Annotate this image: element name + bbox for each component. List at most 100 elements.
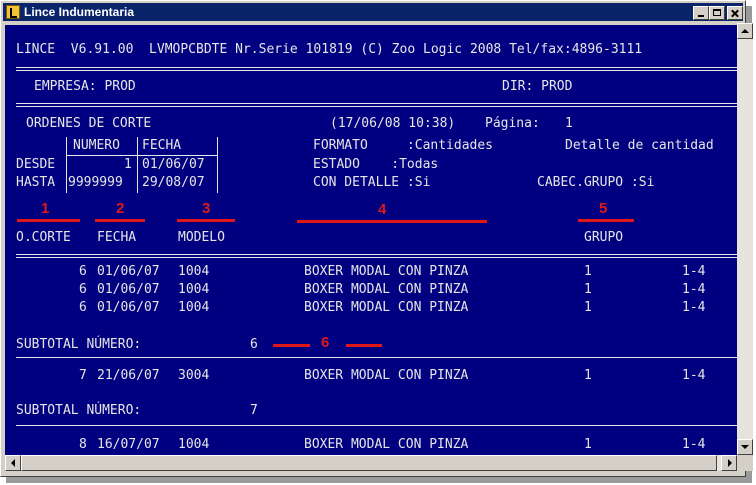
scroll-left-button[interactable] <box>5 455 21 471</box>
scroll-up-icon <box>741 29 749 33</box>
row-description: BOXER MODAL CON PINZA <box>304 300 469 315</box>
row-modelo: 1004 <box>178 282 210 297</box>
row-grupo: 1 <box>584 300 592 315</box>
row-corte: 6 <box>79 300 87 315</box>
row-talle: 1-4 <box>682 368 706 383</box>
row-fecha: 01/06/07 <box>97 282 160 297</box>
report-console[interactable]: LINCE V6.91.00 LVMOPCBDTE Nr.Serie 10181… <box>5 25 737 455</box>
row-grupo: 1 <box>584 437 592 452</box>
row-corte: 6 <box>79 264 87 279</box>
row-description: BOXER MODAL CON PINZA <box>304 282 469 297</box>
filter-separator <box>217 137 218 193</box>
scrollbar-corner <box>737 455 753 471</box>
row-grupo: 1 <box>584 264 592 279</box>
scroll-down-button[interactable] <box>737 439 753 455</box>
scroll-right-icon <box>728 459 732 467</box>
fecha-header: FECHA <box>142 138 182 153</box>
annotation-underline <box>297 220 487 223</box>
desde-numero: 1 <box>124 157 132 172</box>
hasta-fecha: 29/08/07 <box>142 175 205 190</box>
divider <box>16 70 737 71</box>
annotation-underline <box>273 344 310 347</box>
annotation-2: 2 <box>116 200 125 217</box>
desde-fecha: 01/06/07 <box>142 157 205 172</box>
row-talle: 1-4 <box>682 437 706 452</box>
numero-header: NUMERO <box>73 138 120 153</box>
row-corte: 8 <box>79 437 87 452</box>
empresa-label: EMPRESA: PROD <box>34 79 136 94</box>
annotation-1: 1 <box>41 200 50 217</box>
hasta-numero: 9999999 <box>68 175 123 190</box>
filter-divider <box>66 155 218 156</box>
report-timestamp: (17/06/08 10:38) <box>330 116 456 131</box>
estado-option: ESTADO :Todas <box>313 157 439 172</box>
row-description: BOXER MODAL CON PINZA <box>304 264 469 279</box>
app-icon[interactable] <box>6 5 20 19</box>
col-header-modelo: MODELO <box>178 230 225 245</box>
desde-label: DESDE <box>16 157 56 172</box>
subtotal-value: 7 <box>250 403 258 418</box>
row-description: BOXER MODAL CON PINZA <box>304 437 469 452</box>
row-fecha: 21/06/07 <box>97 368 160 383</box>
scroll-left-icon <box>11 459 15 467</box>
col-header-grupo: GRUPO <box>584 230 624 245</box>
page-label: Página: <box>485 116 540 131</box>
row-grupo: 1 <box>584 368 592 383</box>
row-talle: 1-4 <box>682 300 706 315</box>
row-modelo: 1004 <box>178 437 210 452</box>
annotation-underline <box>578 219 634 222</box>
title-bar[interactable]: Lince Indumentaria <box>3 3 743 21</box>
filter-separator <box>66 137 67 193</box>
annotation-underline <box>95 219 145 222</box>
horizontal-scrollbar[interactable] <box>5 455 737 471</box>
divider <box>16 103 737 104</box>
annotation-underline <box>177 219 235 222</box>
app-window: Lince Indumentaria LINCE V6.91.00 LVMOPC… <box>0 0 753 477</box>
window-shadow <box>6 477 752 483</box>
row-description: BOXER MODAL CON PINZA <box>304 368 469 383</box>
annotation-4: 4 <box>378 201 387 218</box>
annotation-underline <box>17 219 80 222</box>
row-fecha: 01/06/07 <box>97 264 160 279</box>
cabec-grupo-option: CABEC.GRUPO :Si <box>537 175 655 190</box>
subtotal-label: SUBTOTAL NÚMERO: <box>16 403 142 418</box>
row-modelo: 1004 <box>178 300 210 315</box>
horizontal-scroll-thumb[interactable] <box>21 455 717 471</box>
page-number: 1 <box>565 116 573 131</box>
program-header: LINCE V6.91.00 LVMOPCBDTE Nr.Serie 10181… <box>16 42 643 57</box>
scroll-up-button[interactable] <box>737 23 753 39</box>
divider <box>16 425 737 426</box>
detalle-option: Detalle de cantidad <box>565 138 714 153</box>
annotation-6: 6 <box>321 334 330 351</box>
divider <box>16 106 737 107</box>
row-modelo: 1004 <box>178 264 210 279</box>
filter-separator <box>137 137 138 193</box>
col-header-fecha: FECHA <box>97 230 137 245</box>
subtotal-label: SUBTOTAL NÚMERO: <box>16 337 142 352</box>
divider <box>16 67 737 68</box>
formato-option: FORMATO :Cantidades <box>313 138 494 153</box>
close-button[interactable] <box>727 6 743 20</box>
row-talle: 1-4 <box>682 264 706 279</box>
row-modelo: 3004 <box>178 368 210 383</box>
col-header-corte: O.CORTE <box>16 230 71 245</box>
scroll-right-button[interactable] <box>721 455 737 471</box>
annotation-3: 3 <box>202 200 211 217</box>
row-corte: 7 <box>79 368 87 383</box>
divider <box>16 357 737 358</box>
scroll-down-icon <box>741 445 749 449</box>
dir-label: DIR: PROD <box>502 79 573 94</box>
report-title: ORDENES DE CORTE <box>26 116 152 131</box>
row-talle: 1-4 <box>682 282 706 297</box>
hasta-label: HASTA <box>16 175 56 190</box>
maximize-button[interactable] <box>709 6 725 20</box>
con-detalle-option: CON DETALLE :Si <box>313 175 431 190</box>
minimize-button[interactable] <box>693 6 709 20</box>
row-fecha: 01/06/07 <box>97 300 160 315</box>
window-title: Lince Indumentaria <box>24 5 135 19</box>
row-corte: 6 <box>79 282 87 297</box>
subtotal-value: 6 <box>250 337 258 352</box>
row-fecha: 16/07/07 <box>97 437 160 452</box>
annotation-5: 5 <box>599 200 608 217</box>
vertical-scrollbar[interactable] <box>737 23 753 455</box>
